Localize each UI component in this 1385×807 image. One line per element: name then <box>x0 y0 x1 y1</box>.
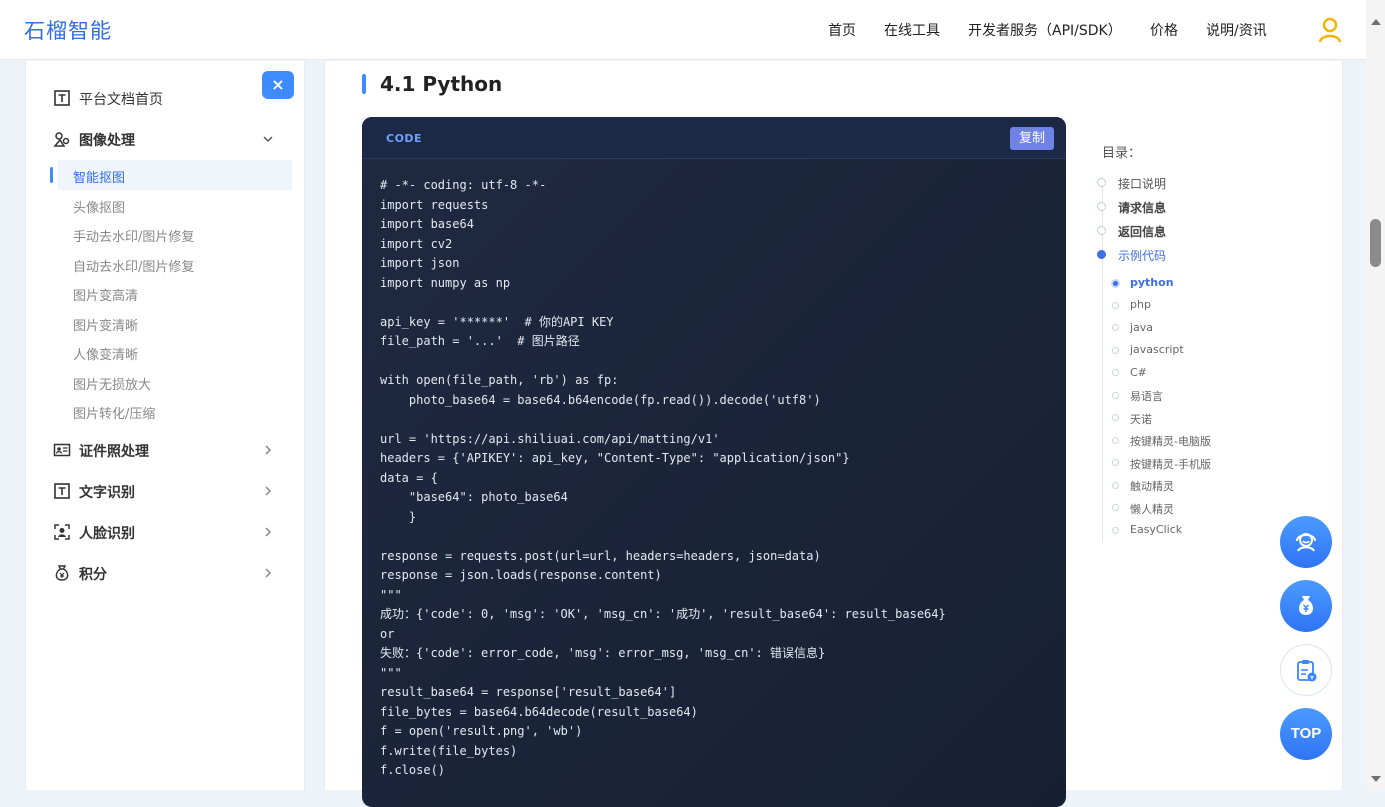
back-to-top-button[interactable]: TOP <box>1280 708 1332 760</box>
chevron-right-icon <box>265 527 272 537</box>
toc-subitem-csharp[interactable]: C# <box>1130 366 1147 379</box>
toc-item-response-info[interactable]: 返回信息 <box>1118 223 1166 240</box>
toc-subitem-easyclick[interactable]: EasyClick <box>1130 523 1182 536</box>
text-box-icon <box>54 90 70 106</box>
money-bag-icon <box>55 565 69 581</box>
toc-subitem-python[interactable]: python <box>1130 276 1174 289</box>
code-content[interactable]: # -*- coding: utf-8 -*- import requests … <box>380 176 946 781</box>
toc-dot <box>1097 202 1106 211</box>
toc-dot <box>1097 226 1106 235</box>
image-process-icon <box>53 132 70 147</box>
nav-home[interactable]: 首页 <box>828 20 856 40</box>
sidebar-item-avatar-cutout[interactable]: 头像抠图 <box>73 197 125 216</box>
toc-subdot <box>1112 459 1119 466</box>
section-title: 4.1 Python <box>380 72 503 96</box>
user-icon[interactable] <box>1318 17 1342 43</box>
toc-subdot <box>1112 392 1119 399</box>
face-scan-icon <box>54 524 70 540</box>
scroll-thumb[interactable] <box>1370 219 1381 267</box>
toc-subdot <box>1112 414 1119 421</box>
scroll-up-arrow-icon[interactable] <box>1371 19 1381 25</box>
copy-code-button[interactable]: 复制 <box>1010 127 1054 150</box>
sidebar-item-lossless-upscale[interactable]: 图片无损放大 <box>73 374 151 393</box>
sidebar-item-auto-watermark[interactable]: 自动去水印/图片修复 <box>73 256 194 275</box>
page-scrollbar[interactable] <box>1366 0 1385 790</box>
sidebar-group-ocr[interactable]: 文字识别 <box>26 476 304 506</box>
chevron-right-icon <box>265 568 272 578</box>
clipboard-icon <box>1297 660 1317 682</box>
chevron-right-icon <box>265 486 272 496</box>
site-logo[interactable]: 石榴智能 <box>24 15 112 45</box>
invoice-button[interactable] <box>1280 644 1332 696</box>
sidebar-group-label: 人脸识别 <box>79 526 135 542</box>
toc-subitem-e-language[interactable]: 易语言 <box>1130 388 1163 404</box>
toc-subdot <box>1112 504 1119 511</box>
sidebar-item-label: 平台文档首页 <box>79 92 163 108</box>
sidebar-group-face[interactable]: 人脸识别 <box>26 517 304 547</box>
sidebar-group-image[interactable]: 图像处理 <box>26 124 304 154</box>
toc-subdot-active <box>1111 279 1120 288</box>
toc-subdot <box>1112 437 1119 444</box>
scroll-down-arrow-icon[interactable] <box>1371 776 1381 782</box>
sidebar-group-label: 文字识别 <box>79 485 135 501</box>
text-box-icon <box>54 483 70 499</box>
main-content: 4.1 Python CODE 复制 # -*- coding: utf-8 -… <box>324 61 1343 807</box>
toc-dot <box>1097 178 1106 187</box>
toc-item-api-intro[interactable]: 接口说明 <box>1118 175 1166 192</box>
back-to-top-label: TOP <box>1290 725 1322 742</box>
toc-subdot <box>1112 369 1119 376</box>
toc-subitem-ajjl-pc[interactable]: 按键精灵-电脑版 <box>1130 433 1211 449</box>
sidebar-group-label: 证件照处理 <box>79 444 149 460</box>
sidebar-group-id-photo[interactable]: 证件照处理 <box>26 435 304 465</box>
recharge-button[interactable] <box>1280 580 1332 632</box>
toc-subdot <box>1112 527 1119 534</box>
toc-subitem-tiannuo[interactable]: 天诺 <box>1130 411 1152 427</box>
sidebar-item-doc-home[interactable]: 平台文档首页 <box>26 83 304 113</box>
nav-online-tools[interactable]: 在线工具 <box>884 20 940 40</box>
toc-item-request-info[interactable]: 请求信息 <box>1118 199 1166 216</box>
toc-subdot <box>1112 302 1119 309</box>
toc-subitem-php[interactable]: php <box>1130 298 1151 311</box>
top-header: 石榴智能 首页 在线工具 开发者服务（API/SDK） 价格 说明/资讯 <box>0 0 1385 60</box>
toc-subitem-java[interactable]: java <box>1130 321 1153 334</box>
toc-subitem-javascript[interactable]: javascript <box>1130 343 1184 356</box>
headset-icon <box>1296 533 1316 552</box>
customer-service-button[interactable] <box>1280 516 1332 568</box>
sidebar-item-portrait-sharpen[interactable]: 人像变清晰 <box>73 344 138 363</box>
section-title-accent <box>362 74 366 94</box>
nav-pricing[interactable]: 价格 <box>1150 20 1178 40</box>
sidebar-item-smart-cutout[interactable]: 智能抠图 <box>73 167 125 186</box>
nav-docs-news[interactable]: 说明/资讯 <box>1206 20 1267 40</box>
code-block: CODE 复制 # -*- coding: utf-8 -*- import r… <box>362 117 1066 807</box>
sidebar-item-convert-compress[interactable]: 图片转化/压缩 <box>73 403 155 422</box>
toc-title: 目录： <box>1102 146 1142 161</box>
toc-subitem-ajjl-mobile[interactable]: 按键精灵-手机版 <box>1130 456 1211 472</box>
sidebar-group-label: 图像处理 <box>79 133 135 149</box>
chevron-right-icon <box>265 445 272 455</box>
sidebar-group-points[interactable]: 积分 <box>26 558 304 588</box>
toc-subitem-lanren[interactable]: 懒人精灵 <box>1130 501 1174 517</box>
chevron-down-icon <box>263 136 273 143</box>
toc-subitem-touchsprite[interactable]: 触动精灵 <box>1130 478 1174 494</box>
left-sidebar: × 平台文档首页 图像处理 智能抠图 头像抠图 手动去水印/图片修复 自动去水印… <box>25 61 305 790</box>
sidebar-group-label: 积分 <box>79 567 107 583</box>
toc-dot-active <box>1097 250 1106 259</box>
sidebar-item-sharpen[interactable]: 图片变清晰 <box>73 315 138 334</box>
sidebar-item-manual-watermark[interactable]: 手动去水印/图片修复 <box>73 226 194 245</box>
toc-subdot <box>1112 347 1119 354</box>
code-language-tag: CODE <box>386 132 423 145</box>
sidebar-item-hd[interactable]: 图片变高清 <box>73 285 138 304</box>
id-card-icon <box>53 443 71 457</box>
money-bag-icon <box>1298 596 1314 615</box>
active-item-indicator <box>50 167 53 183</box>
nav-developer-services[interactable]: 开发者服务（API/SDK） <box>968 20 1122 40</box>
toc-subdot <box>1112 482 1119 489</box>
toc-item-sample-code[interactable]: 示例代码 <box>1118 247 1166 264</box>
code-block-header: CODE 复制 <box>362 117 1066 159</box>
toc-subdot <box>1112 324 1119 331</box>
